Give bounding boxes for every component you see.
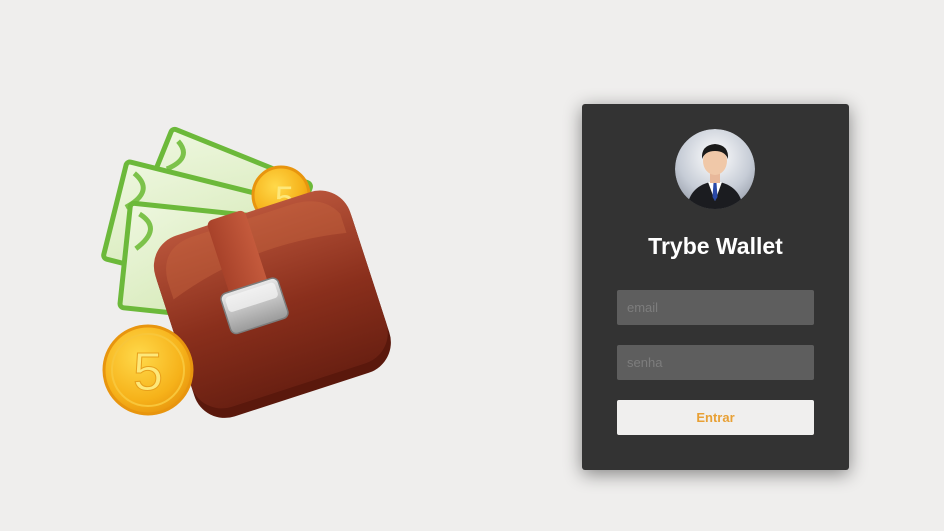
login-card: Trybe Wallet Entrar: [582, 104, 849, 470]
coin-label: 5: [133, 342, 163, 402]
app-title: Trybe Wallet: [648, 233, 783, 259]
wallet-money-icon: 5 5: [85, 120, 395, 430]
email-field[interactable]: [617, 290, 814, 325]
user-avatar-icon: [675, 129, 755, 209]
login-button[interactable]: Entrar: [617, 400, 814, 435]
password-field[interactable]: [617, 345, 814, 380]
